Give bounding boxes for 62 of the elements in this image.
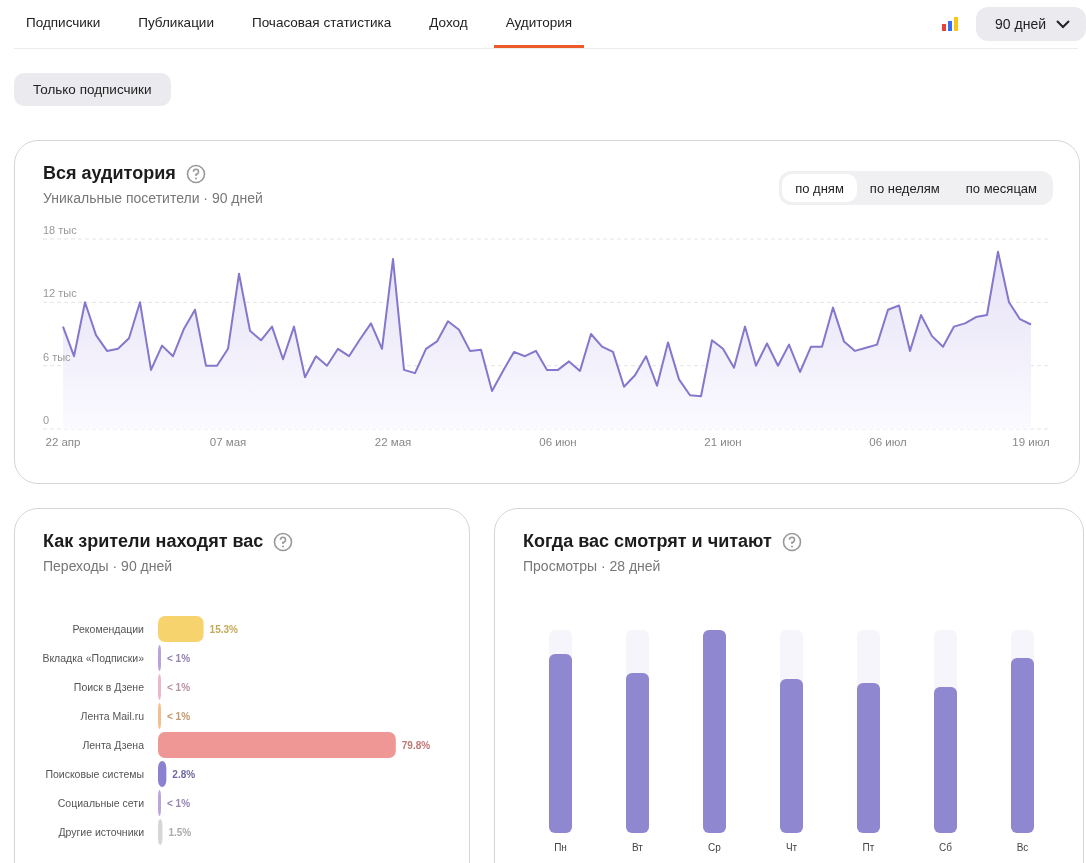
card-title: Как зрители находят вас — [43, 531, 264, 552]
source-share: < 1% — [167, 711, 191, 722]
source-bar — [158, 674, 161, 700]
card-title: Когда вас смотрят и читают — [523, 531, 772, 552]
tab[interactable]: Подписчики — [14, 0, 113, 48]
granularity-option[interactable]: по неделям — [856, 174, 953, 202]
source-share: 2.8% — [172, 769, 196, 780]
period-dropdown[interactable]: 90 дней — [976, 7, 1086, 41]
source-bar — [158, 761, 167, 787]
day-label: Вт — [632, 842, 643, 853]
source-bar — [158, 790, 161, 816]
axis-label: 18 тыс — [43, 224, 77, 236]
granularity-option[interactable]: по месяцам — [952, 174, 1050, 202]
axis-label: 12 тыс — [43, 287, 77, 300]
axis-label: 21 июн — [704, 436, 742, 448]
source-share: < 1% — [167, 653, 191, 664]
tab[interactable]: Аудитория — [493, 0, 585, 48]
axis-label: 0 — [43, 414, 50, 426]
chevron-down-icon — [1056, 19, 1070, 29]
source-bar — [158, 616, 204, 642]
day-label: Пн — [554, 842, 567, 853]
help-icon[interactable] — [781, 531, 802, 552]
source-label: Лента Дзена — [82, 739, 144, 751]
source-share: < 1% — [167, 798, 191, 809]
source-label: Поисковые системы — [45, 768, 144, 780]
axis-label: 07 мая — [209, 436, 247, 448]
source-label: Лента Mail.ru — [80, 710, 144, 722]
source-label: Поиск в Дзене — [73, 681, 144, 693]
subscribers-only-button[interactable]: Только подписчики — [14, 73, 171, 106]
source-label: Социальные сети — [57, 797, 144, 809]
granularity-option[interactable]: по дням — [782, 174, 857, 202]
help-icon[interactable] — [273, 531, 294, 552]
source-bar — [158, 819, 163, 845]
day-label: Сб — [939, 842, 952, 853]
tab[interactable]: Доход — [417, 0, 480, 48]
axis-label: 6 тыс — [43, 350, 71, 363]
bar-chart-icon[interactable] — [942, 17, 959, 31]
source-share: 15.3% — [209, 624, 238, 635]
source-bar — [158, 645, 161, 671]
day-label: Вс — [1016, 842, 1029, 853]
card-title: Вся аудитория — [43, 163, 176, 184]
axis-label: 19 июл — [1012, 436, 1050, 448]
day-label: Пт — [862, 842, 875, 853]
tab[interactable]: Почасовая статистика — [239, 0, 404, 48]
card-subtitle: Уникальные посетители · 90 дней — [43, 190, 263, 206]
day-label: Ср — [708, 842, 721, 853]
source-share: 1.5% — [168, 827, 192, 838]
source-share: 79.8% — [401, 740, 431, 751]
axis-label: 06 июн — [539, 436, 577, 448]
day-label: Чт — [785, 842, 798, 853]
axis-label: 06 июл — [869, 436, 907, 448]
tab[interactable]: Публикации — [126, 0, 226, 48]
source-label: Другие источники — [58, 826, 144, 838]
help-icon[interactable] — [185, 163, 206, 184]
source-share: < 1% — [167, 682, 191, 693]
source-bar — [158, 703, 161, 729]
source-label: Рекомендации — [72, 623, 144, 635]
card-subtitle: Просмотры · 28 дней — [523, 558, 662, 574]
axis-label: 22 апр — [45, 436, 81, 448]
card-subtitle: Переходы · 90 дней — [43, 558, 174, 574]
axis-label: 22 мая — [374, 436, 412, 448]
source-label: Вкладка «Подписки» — [42, 652, 144, 664]
